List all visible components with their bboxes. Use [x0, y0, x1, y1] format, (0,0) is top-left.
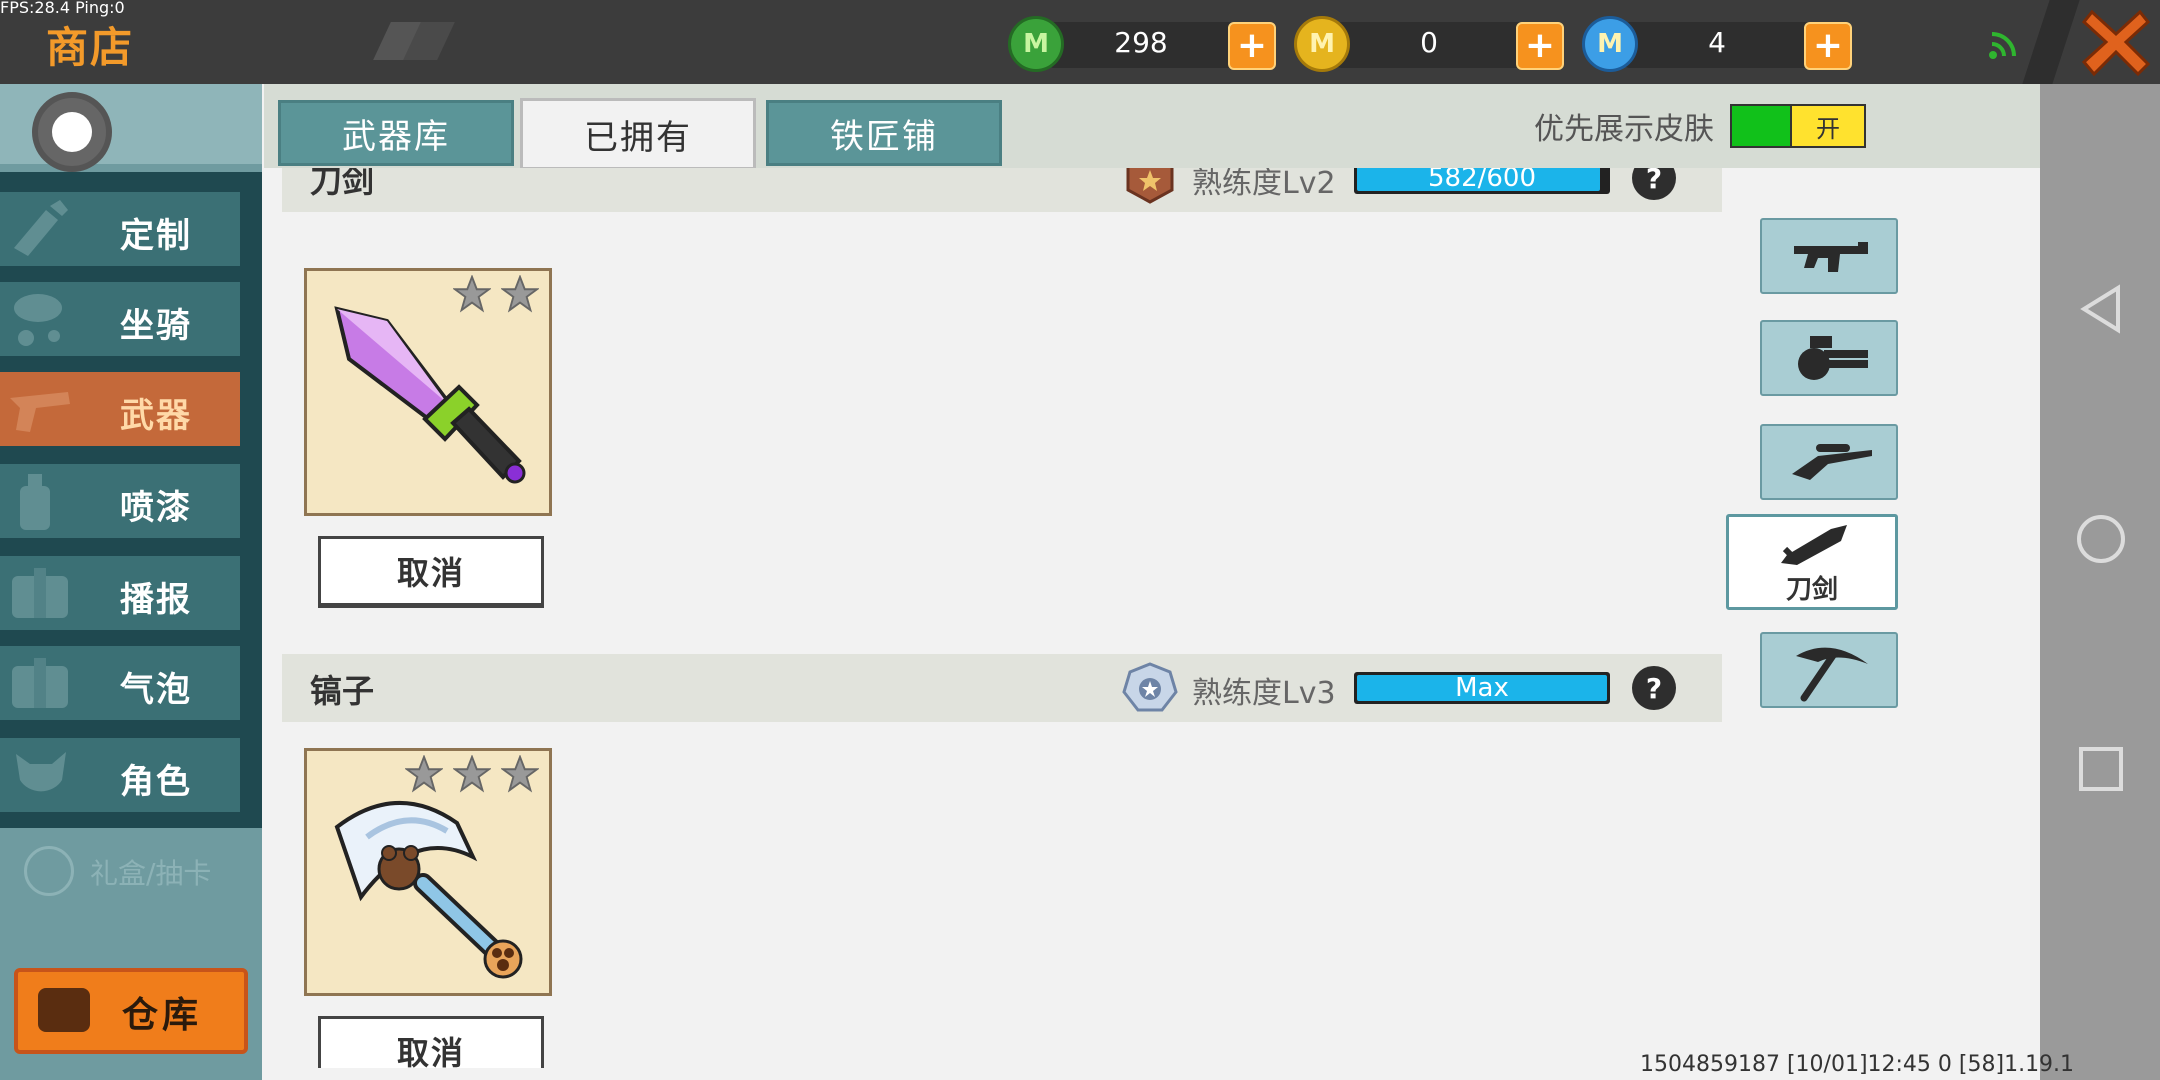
- recents-icon[interactable]: [2078, 746, 2124, 792]
- category-name: 刀剑: [310, 168, 375, 200]
- sword-icon: [1781, 525, 1847, 566]
- minigun-icon: [1798, 336, 1868, 380]
- smg-icon: [1794, 242, 1868, 272]
- cancel-button[interactable]: 取消: [318, 536, 544, 608]
- toggle-knob: 开: [1790, 104, 1866, 148]
- toggle-track: [1732, 106, 1792, 146]
- proficiency-bar: 582/600: [1354, 168, 1610, 194]
- proficiency-text: Max: [1455, 673, 1509, 703]
- build-info: 1504859187 [10/01]12:45 0 [58]1.19.1: [1640, 1052, 2075, 1077]
- add-blue-coin-button[interactable]: +: [1804, 22, 1852, 70]
- sidebar-item-customize[interactable]: 定制: [0, 192, 240, 266]
- character-icon: [16, 752, 66, 792]
- help-icon[interactable]: ?: [1632, 168, 1676, 200]
- filter-sword-button[interactable]: 刀剑: [1726, 514, 1898, 610]
- sword-item-icon: [334, 306, 526, 484]
- currency-value-green: 298: [1114, 26, 1168, 59]
- mount-icon: [14, 294, 62, 346]
- close-icon[interactable]: [2080, 6, 2152, 78]
- add-green-coin-button[interactable]: +: [1228, 22, 1276, 70]
- help-icon[interactable]: ?: [1632, 666, 1676, 710]
- cancel-button[interactable]: 取消: [318, 1016, 544, 1068]
- box-icon: [12, 568, 68, 618]
- warehouse-button[interactable]: 仓库: [14, 968, 248, 1054]
- sidebar-item-bubble[interactable]: 气泡: [0, 646, 240, 720]
- item-card-sword[interactable]: [304, 268, 552, 516]
- category-name: 镐子: [310, 672, 375, 710]
- page-title: 商店: [46, 23, 135, 72]
- filter-smg-button[interactable]: [1760, 218, 1898, 294]
- pickaxe-item-icon: [334, 801, 523, 979]
- sidebar-item-spray[interactable]: 喷漆: [0, 464, 240, 538]
- sidebar-item-giftbox[interactable]: 礼盒/抽卡: [0, 842, 262, 902]
- content-area: 刀剑 熟练度Lv2 582/600 ? 取消 镐子 熟练度Lv3 Max ? 取…: [264, 168, 2040, 1068]
- sidebar-item-label: 播报: [120, 580, 192, 620]
- sidebar-item-label: 礼盒/抽卡: [90, 857, 212, 890]
- pickaxe-icon: [1796, 647, 1868, 702]
- item-card-pickaxe[interactable]: [304, 748, 552, 996]
- filter-label: 刀剑: [1785, 575, 1838, 605]
- gift-icon: [24, 846, 74, 896]
- chest-icon: [38, 988, 90, 1032]
- sidebar-item-mount[interactable]: 坐骑: [0, 282, 240, 356]
- proficiency-bar: Max: [1354, 672, 1610, 704]
- tab-owned[interactable]: 已拥有: [520, 98, 756, 170]
- home-icon[interactable]: [2076, 514, 2126, 564]
- filter-pickaxe-button[interactable]: [1760, 632, 1898, 708]
- system-nav-bar: [2040, 84, 2160, 1080]
- sidebar-item-label: 喷漆: [120, 488, 192, 528]
- add-gold-coin-button[interactable]: +: [1516, 22, 1564, 70]
- skin-priority-toggle[interactable]: 开: [1730, 104, 1866, 148]
- proficiency-label: 熟练度Lv2: [1192, 168, 1336, 201]
- proficiency-label: 熟练度Lv3: [1192, 676, 1336, 711]
- warehouse-label: 仓库: [122, 995, 203, 1036]
- skin-priority-label: 优先展示皮肤: [1534, 112, 1714, 147]
- sniper-rifle-icon: [1792, 444, 1872, 480]
- sidebar-item-character[interactable]: 角色: [0, 738, 240, 812]
- silver-badge-icon: [1122, 662, 1178, 712]
- proficiency-text: 582/600: [1427, 168, 1536, 193]
- sidebar-item-weapons[interactable]: 武器: [0, 372, 240, 446]
- revolver-icon: [10, 392, 70, 432]
- currency-value-blue: 4: [1708, 26, 1726, 59]
- bronze-badge-icon: [1126, 168, 1174, 204]
- tab-blacksmith[interactable]: 铁匠铺: [766, 100, 1002, 166]
- brush-icon: [14, 200, 68, 256]
- sidebar-item-label: 气泡: [120, 670, 192, 710]
- sidebar-item-broadcast[interactable]: 播报: [0, 556, 240, 630]
- avatar[interactable]: [32, 92, 112, 172]
- sidebar-item-label: 坐骑: [120, 306, 192, 346]
- bubble-icon: [12, 658, 68, 708]
- filter-minigun-button[interactable]: [1760, 320, 1898, 396]
- category-header: 镐子 熟练度Lv3 Max ?: [282, 654, 1722, 722]
- category-header: 刀剑 熟练度Lv2 582/600 ?: [282, 168, 1722, 212]
- spray-can-icon: [20, 474, 50, 530]
- sidebar-item-label: 定制: [120, 216, 192, 256]
- back-icon[interactable]: [2078, 284, 2124, 334]
- sidebar-item-label: 角色: [120, 762, 192, 802]
- signal-icon: [1989, 32, 2016, 59]
- tab-armory[interactable]: 武器库: [278, 100, 514, 166]
- filter-sniper-button[interactable]: [1760, 424, 1898, 500]
- sidebar-item-label: 武器: [120, 396, 192, 436]
- currency-value-gold: 0: [1420, 26, 1438, 59]
